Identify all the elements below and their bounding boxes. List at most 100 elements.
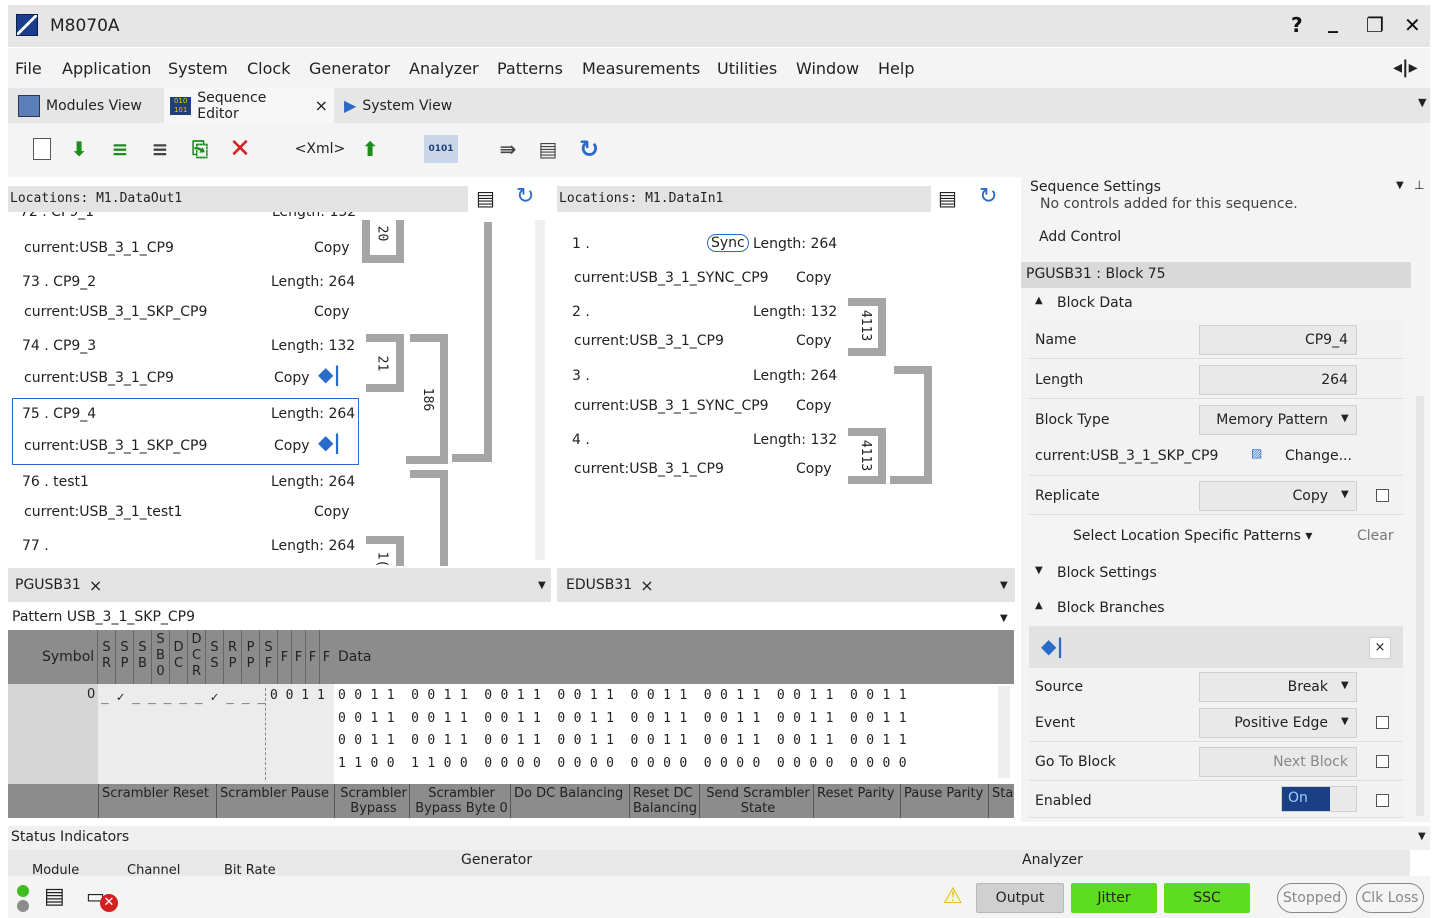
left-save-icon[interactable]: ▤ bbox=[476, 186, 495, 210]
add-control-button[interactable]: Add Control bbox=[1039, 229, 1121, 245]
menu-help[interactable]: Help bbox=[878, 59, 914, 78]
output-button[interactable]: Output bbox=[976, 883, 1064, 913]
source-select[interactable]: Break bbox=[1199, 672, 1357, 702]
row-72-mode[interactable]: Copy bbox=[314, 240, 350, 256]
tab-pgusb31[interactable]: PGUSB31 × bbox=[15, 568, 102, 602]
if-branch-icon[interactable]: ◆| bbox=[318, 430, 341, 454]
new-icon[interactable] bbox=[28, 135, 56, 163]
select-location-patterns-button[interactable]: Select Location Specific Patterns ▾ bbox=[1073, 528, 1312, 544]
mid-row-3-pattern[interactable]: current:USB_3_1_SYNC_CP9 bbox=[574, 398, 769, 414]
row-72-pattern[interactable]: current:USB_3_1_CP9 bbox=[24, 240, 174, 256]
tab-close-icon[interactable]: × bbox=[315, 96, 328, 115]
event-checkbox[interactable] bbox=[1376, 716, 1389, 729]
left-dropdown-icon[interactable]: ▼ bbox=[538, 580, 546, 591]
status-dropdown-icon[interactable]: ▼ bbox=[1418, 831, 1426, 842]
tabs-dropdown-icon[interactable]: ▼ bbox=[1418, 96, 1426, 109]
replicate-checkbox[interactable] bbox=[1376, 489, 1389, 502]
mid-row-3-mode[interactable]: Copy bbox=[796, 398, 832, 414]
tab-system-view[interactable]: ▶ System View bbox=[338, 88, 483, 123]
change-pattern-button[interactable]: Change... bbox=[1285, 448, 1352, 464]
row-76-pattern[interactable]: current:USB_3_1_test1 bbox=[24, 504, 183, 520]
close-button[interactable]: ✕ bbox=[1404, 13, 1421, 37]
tab-close-icon[interactable]: × bbox=[640, 576, 653, 595]
tab-close-icon[interactable]: × bbox=[89, 576, 102, 595]
ssc-button[interactable]: SSC bbox=[1164, 883, 1250, 913]
menu-measurements[interactable]: Measurements bbox=[582, 59, 700, 78]
row-73-pattern[interactable]: current:USB_3_1_SKP_CP9 bbox=[24, 304, 207, 320]
remove-branch-button[interactable]: × bbox=[1369, 637, 1391, 659]
block-type-select[interactable]: Memory Pattern bbox=[1199, 405, 1357, 435]
log-icon[interactable]: ▤ bbox=[44, 884, 65, 909]
block-data-section[interactable]: ▲ Block Data bbox=[1029, 292, 1411, 318]
refresh-icon[interactable]: ↻ bbox=[575, 135, 603, 163]
lead-bits[interactable]: 0 0 1 1 bbox=[270, 688, 325, 703]
pin-icon[interactable]: ⊥ bbox=[1414, 178, 1424, 192]
append-block-icon[interactable]: ≡ bbox=[146, 135, 174, 163]
maximize-button[interactable]: ❐ bbox=[1366, 13, 1384, 37]
mid-refresh-icon[interactable]: ↻ bbox=[979, 184, 997, 209]
pattern-scrollbar[interactable] bbox=[998, 686, 1010, 778]
row-74-index[interactable]: 74 . CP9_3 bbox=[22, 338, 96, 354]
data-row[interactable]: 0 0 1 1 0 0 1 1 0 0 1 1 0 0 1 1 0 0 1 1 … bbox=[338, 688, 907, 703]
menu-clock[interactable]: Clock bbox=[247, 59, 290, 78]
data-row[interactable]: 0 0 1 1 0 0 1 1 0 0 1 1 0 0 1 1 0 0 1 1 … bbox=[338, 733, 907, 748]
event-select[interactable]: Positive Edge bbox=[1199, 708, 1357, 738]
mid-dropdown-icon[interactable]: ▼ bbox=[1000, 580, 1008, 591]
menu-analyzer[interactable]: Analyzer bbox=[409, 59, 479, 78]
row-77-index[interactable]: 77 . bbox=[22, 538, 49, 554]
import-icon[interactable]: ⎘ bbox=[186, 135, 214, 163]
menu-utilities[interactable]: Utilities bbox=[717, 59, 777, 78]
warning-icon[interactable]: ⚠ bbox=[943, 884, 963, 909]
block-settings-section[interactable]: ▼ Block Settings bbox=[1029, 562, 1411, 588]
block-branches-section[interactable]: ▲ Block Branches bbox=[1029, 597, 1411, 623]
flag-marks[interactable]: _ ✓ _ _ _ _ _ ✓ _ _ _ bbox=[101, 690, 265, 705]
menu-system[interactable]: System bbox=[168, 59, 228, 78]
export-icon[interactable]: ⇛ bbox=[494, 135, 522, 163]
clear-button[interactable]: Clear bbox=[1357, 528, 1394, 544]
download-icon[interactable]: ⬇ bbox=[65, 135, 93, 163]
left-scrollbar[interactable] bbox=[535, 220, 545, 560]
layout-toggle-icon[interactable]: ◂|▸ bbox=[1393, 57, 1418, 78]
row-76-mode[interactable]: Copy bbox=[314, 504, 350, 520]
mid-row-1-mode[interactable]: Copy bbox=[796, 270, 832, 286]
row-73-index[interactable]: 73 . CP9_2 bbox=[22, 274, 96, 290]
menu-patterns[interactable]: Patterns bbox=[497, 59, 563, 78]
row-75-index[interactable]: 75 . CP9_4 bbox=[22, 406, 96, 422]
delete-icon[interactable]: ✕ bbox=[226, 134, 254, 164]
menu-window[interactable]: Window bbox=[796, 59, 859, 78]
data-row[interactable]: 1 1 0 0 1 1 0 0 0 0 0 0 0 0 0 0 0 0 0 0 … bbox=[338, 756, 907, 771]
row-75-pattern[interactable]: current:USB_3_1_SKP_CP9 bbox=[24, 438, 207, 454]
name-field[interactable]: CP9_4 bbox=[1199, 325, 1357, 355]
if-branch-icon[interactable]: ◆| bbox=[318, 362, 341, 386]
mid-row-1-index[interactable]: 1 . bbox=[572, 236, 590, 252]
pattern-editor-icon[interactable]: 0101 bbox=[424, 135, 458, 163]
length-field[interactable]: 264 bbox=[1199, 365, 1357, 395]
mid-row-4-pattern[interactable]: current:USB_3_1_CP9 bbox=[574, 461, 724, 477]
left-refresh-icon[interactable]: ↻ bbox=[516, 184, 534, 209]
minimize-button[interactable]: _ bbox=[1328, 9, 1338, 33]
mid-row-2-index[interactable]: 2 . bbox=[572, 304, 590, 320]
tab-modules-view[interactable]: Modules View bbox=[12, 88, 157, 123]
insert-block-icon[interactable]: ≡ bbox=[106, 135, 134, 163]
menu-application[interactable]: Application bbox=[62, 59, 151, 78]
goto-field[interactable]: Next Block bbox=[1199, 747, 1357, 777]
save-icon[interactable]: ▤ bbox=[534, 135, 562, 163]
upload-icon[interactable]: ⬆ bbox=[356, 135, 384, 163]
mid-row-4-index[interactable]: 4 . bbox=[572, 432, 590, 448]
row-76-index[interactable]: 76 . test1 bbox=[22, 474, 89, 490]
settings-dropdown-icon[interactable]: ▼ bbox=[1396, 180, 1404, 191]
row-74-mode[interactable]: Copy bbox=[274, 370, 310, 386]
sync-badge[interactable]: Sync bbox=[707, 234, 749, 252]
xml-button[interactable]: <Xml> bbox=[292, 135, 348, 163]
row-75-mode[interactable]: Copy bbox=[274, 438, 310, 454]
jitter-button[interactable]: Jitter bbox=[1071, 883, 1157, 913]
menu-generator[interactable]: Generator bbox=[309, 59, 390, 78]
tab-sequence-editor[interactable]: 010 101 Sequence Editor × bbox=[164, 88, 334, 123]
replicate-select[interactable]: Copy bbox=[1199, 481, 1357, 511]
enabled-toggle[interactable]: On bbox=[1281, 786, 1357, 812]
row-73-mode[interactable]: Copy bbox=[314, 304, 350, 320]
mid-row-3-index[interactable]: 3 . bbox=[572, 368, 590, 384]
enabled-checkbox[interactable] bbox=[1376, 794, 1389, 807]
mid-save-icon[interactable]: ▤ bbox=[938, 186, 957, 210]
menu-file[interactable]: File bbox=[15, 59, 42, 78]
